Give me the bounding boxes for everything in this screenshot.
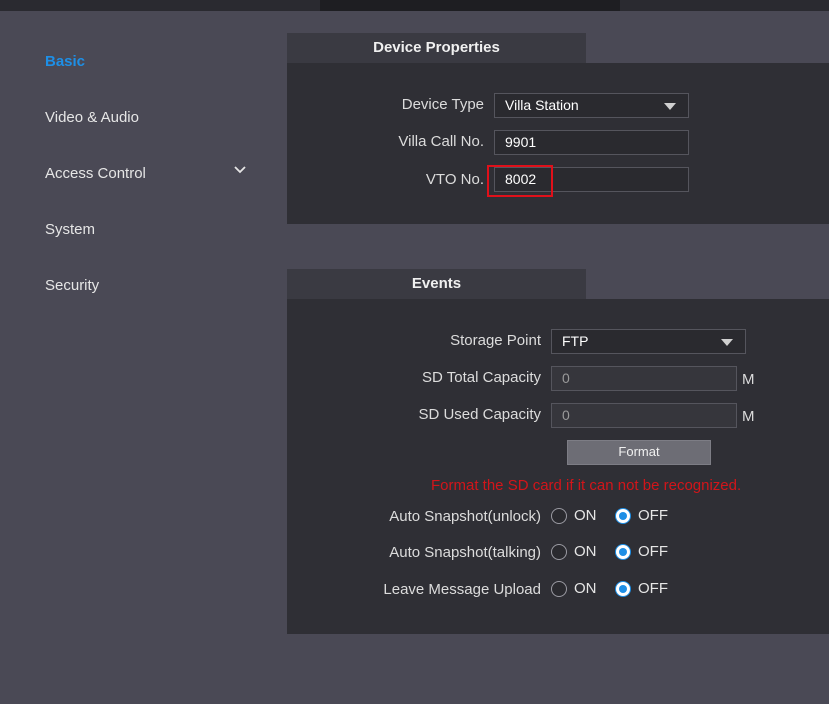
on-label: ON xyxy=(574,580,597,597)
villa-call-value: 9901 xyxy=(505,134,537,150)
device-type-label: Device Type xyxy=(401,96,484,113)
format-button[interactable]: Format xyxy=(567,440,711,465)
auto-snapshot-unlock-on-radio[interactable] xyxy=(551,508,567,524)
auto-snapshot-talking-label: Auto Snapshot(talking) xyxy=(389,544,541,561)
auto-snapshot-talking-off-radio[interactable] xyxy=(615,544,631,560)
events-title: Events xyxy=(411,275,462,292)
sd-total-unit: M xyxy=(742,371,755,388)
villa-call-label: Villa Call No. xyxy=(398,133,484,150)
caret-down-icon xyxy=(721,339,733,346)
sd-total-input: 0 xyxy=(551,366,737,391)
chevron-down-icon[interactable] xyxy=(233,163,247,177)
off-label: OFF xyxy=(638,580,668,597)
leave-message-upload-label: Leave Message Upload xyxy=(383,581,541,598)
off-label: OFF xyxy=(638,543,668,560)
device-properties-title: Device Properties xyxy=(373,39,500,56)
events-tab: Events xyxy=(287,269,586,299)
sd-used-label: SD Used Capacity xyxy=(418,406,541,423)
vto-label: VTO No. xyxy=(425,171,484,188)
sidebar-item-security[interactable]: Security xyxy=(45,277,99,294)
sidebar-item-access-control[interactable]: Access Control xyxy=(45,165,146,182)
tab-gap-events xyxy=(586,269,829,299)
sd-total-value: 0 xyxy=(562,370,570,386)
on-label: ON xyxy=(574,507,597,524)
leave-message-upload-on-radio[interactable] xyxy=(551,581,567,597)
format-warning-text: Format the SD card if it can not be reco… xyxy=(431,477,742,494)
tab-gap xyxy=(586,33,829,63)
off-label: OFF xyxy=(638,507,668,524)
sd-used-unit: M xyxy=(742,408,755,425)
events-panel xyxy=(287,269,829,634)
device-type-value: Villa Station xyxy=(505,97,579,113)
sd-used-value: 0 xyxy=(562,407,570,423)
sidebar-item-system[interactable]: System xyxy=(45,221,95,238)
villa-call-input[interactable]: 9901 xyxy=(494,130,689,155)
device-type-select[interactable]: Villa Station xyxy=(494,93,689,118)
auto-snapshot-unlock-off-radio[interactable] xyxy=(615,508,631,524)
storage-point-label: Storage Point xyxy=(450,332,541,349)
sidebar-item-video-audio[interactable]: Video & Audio xyxy=(45,109,139,126)
leave-message-upload-off-radio[interactable] xyxy=(615,581,631,597)
vto-highlight-box xyxy=(487,165,553,197)
storage-point-select[interactable]: FTP xyxy=(551,329,746,354)
sd-total-label: SD Total Capacity xyxy=(422,369,541,386)
device-properties-tab: Device Properties xyxy=(287,33,586,63)
top-bar-center xyxy=(320,0,620,11)
caret-down-icon xyxy=(664,103,676,110)
auto-snapshot-unlock-label: Auto Snapshot(unlock) xyxy=(389,508,541,525)
sd-used-input: 0 xyxy=(551,403,737,428)
auto-snapshot-talking-on-radio[interactable] xyxy=(551,544,567,560)
storage-point-value: FTP xyxy=(562,333,589,349)
on-label: ON xyxy=(574,543,597,560)
sidebar-item-basic[interactable]: Basic xyxy=(45,53,85,70)
